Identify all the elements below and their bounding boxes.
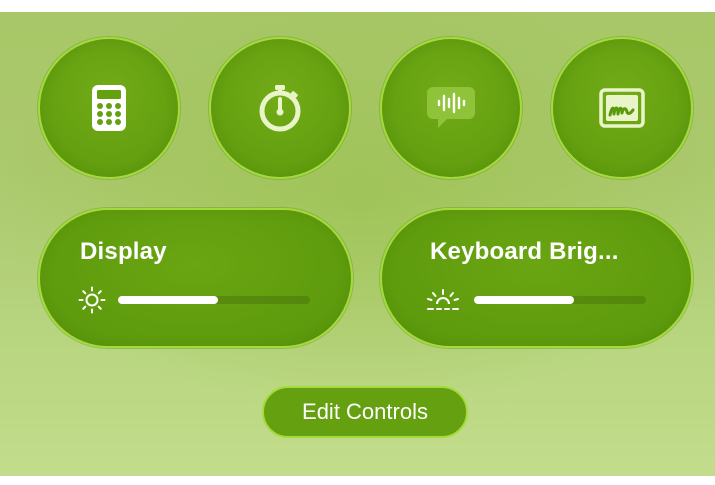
keyboard-brightness-slider[interactable] (474, 296, 646, 304)
control-center-panel: Display Keyboard Brig... Edit Controls (0, 0, 715, 485)
bottom-edge (0, 476, 715, 485)
display-slider[interactable] (118, 296, 310, 304)
keyboard-slider-fill (474, 296, 574, 304)
voice-memo-button[interactable] (380, 37, 522, 179)
signature-icon (599, 88, 645, 128)
display-slider-fill (118, 296, 218, 304)
top-edge (0, 0, 715, 12)
brightness-sun-icon (78, 286, 106, 319)
keyboard-brightness-icon (426, 288, 460, 317)
calculator-button[interactable] (38, 37, 180, 179)
display-label: Display (80, 238, 167, 265)
edit-controls-button[interactable]: Edit Controls (262, 386, 468, 438)
voice-memo-icon (425, 85, 477, 131)
keyboard-brightness-control[interactable]: Keyboard Brig... (380, 208, 693, 348)
calculator-icon (91, 84, 127, 132)
stopwatch-icon (254, 82, 306, 134)
signature-button[interactable] (551, 37, 693, 179)
stopwatch-button[interactable] (209, 37, 351, 179)
display-brightness-control[interactable]: Display (38, 208, 353, 348)
keyboard-label: Keyboard Brig... (430, 238, 619, 265)
